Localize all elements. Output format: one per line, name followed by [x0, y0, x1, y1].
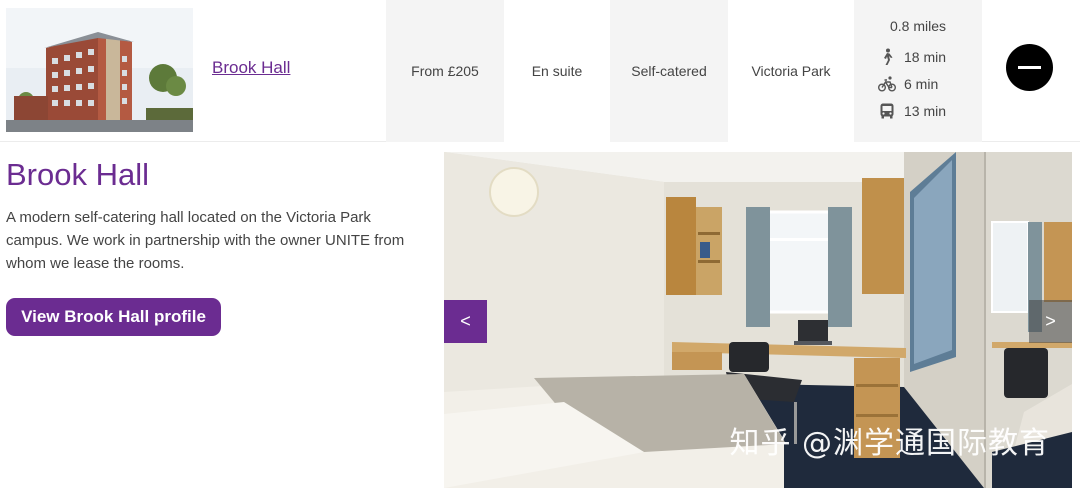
- hall-thumbnail[interactable]: [6, 8, 193, 132]
- detail-title: Brook Hall: [6, 157, 149, 192]
- distance-miles: 0.8 miles: [889, 18, 947, 34]
- watermark-text: 知乎 @渊学通国际教育: [729, 426, 1050, 461]
- building-photo: [6, 8, 193, 132]
- travel-walk-time: 18 min: [904, 48, 947, 65]
- gallery-prev-button[interactable]: <: [444, 300, 487, 343]
- bike-icon: [878, 75, 896, 91]
- walk-icon: [884, 48, 893, 65]
- collapse-button[interactable]: [1006, 44, 1053, 91]
- catering-text: Self-catered: [631, 63, 707, 79]
- price-cell: From £205: [386, 0, 504, 142]
- campus-cell: Victoria Park: [728, 0, 854, 142]
- bus-icon: [880, 103, 894, 118]
- detail-description: A modern self-catering hall located on t…: [6, 209, 405, 272]
- campus-text: Victoria Park: [751, 63, 831, 79]
- bathroom-text: En suite: [531, 63, 583, 79]
- travel-bike: 6 min: [878, 70, 958, 97]
- travel-bus: 13 min: [878, 97, 958, 124]
- travel-walk: 18 min: [878, 43, 958, 70]
- room-gallery[interactable]: < > 知乎 @渊学通国际教育: [444, 152, 1072, 488]
- hall-name-link[interactable]: Brook Hall: [212, 58, 290, 78]
- view-profile-button[interactable]: View Brook Hall profile: [6, 298, 221, 336]
- gallery-next-button[interactable]: >: [1029, 300, 1072, 343]
- travel-bike-time: 6 min: [904, 75, 939, 92]
- price-text: From £205: [411, 63, 479, 79]
- hall-summary-row: Brook Hall From £205 En suite Self-cater…: [0, 0, 1080, 142]
- travel-bus-time: 13 min: [904, 102, 947, 119]
- catering-cell: Self-catered: [610, 0, 728, 142]
- bathroom-cell: En suite: [504, 0, 610, 142]
- distance-cell: 0.8 miles 18 min 6 min 13 min: [854, 0, 982, 142]
